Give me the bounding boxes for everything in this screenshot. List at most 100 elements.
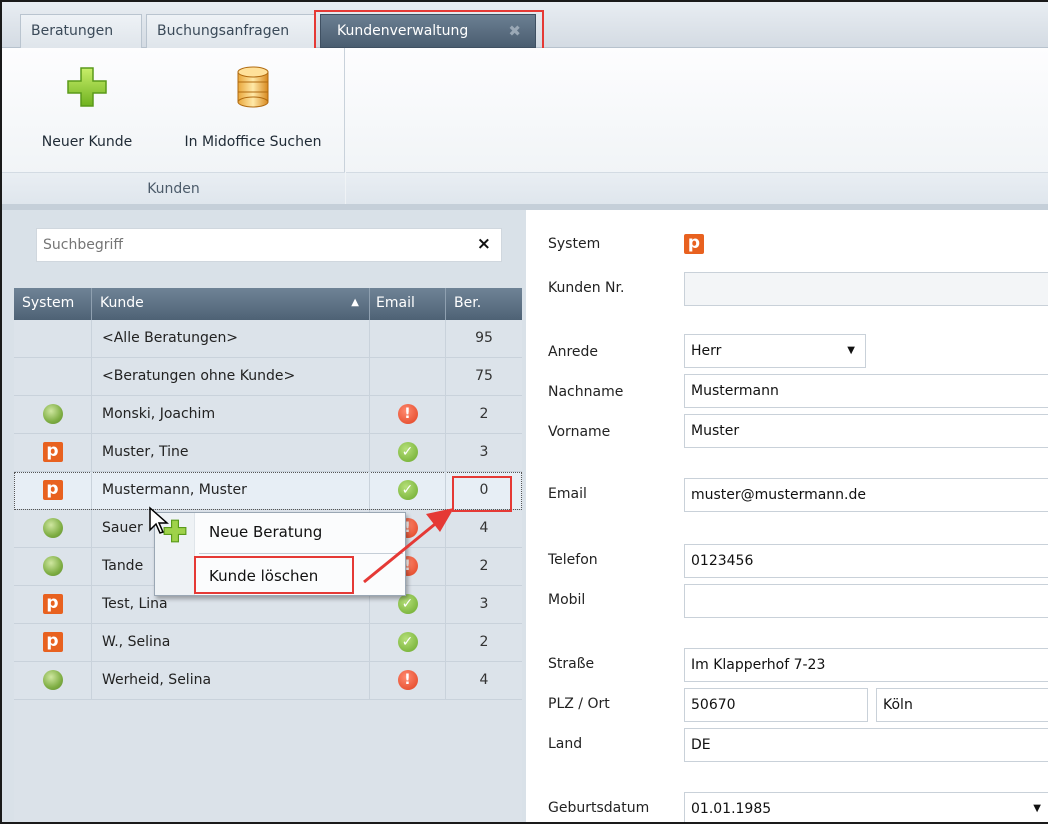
menu-separator — [199, 553, 403, 554]
table-row[interactable]: p Mustermann, Muster ✓ 0 — [14, 472, 522, 510]
cell-ber: 4 — [479, 672, 489, 688]
telefon-label: Telefon — [548, 552, 598, 568]
clear-search-icon[interactable]: × — [477, 234, 491, 254]
table-row[interactable]: Monski, Joachim! 2 — [14, 396, 522, 434]
cell-email: ! — [370, 396, 446, 433]
cell-system: p — [14, 472, 92, 509]
nachname-label: Nachname — [548, 384, 624, 400]
strasse-field[interactable]: Im Klapperhof 7-23 — [684, 648, 1048, 682]
tab-buchungsanfragen[interactable]: Buchungsanfragen — [146, 14, 316, 48]
tab-kundenverwaltung[interactable]: Kundenverwaltung ✖ — [320, 14, 536, 48]
geburtsdatum-label: Geburtsdatum — [548, 800, 650, 816]
table-row[interactable]: <Beratungen ohne Kunde> 75 — [14, 358, 522, 396]
ribbon: Neuer Kunde In Midoffice Suchen Kunden — [2, 48, 1048, 204]
menu-item-kunde-loeschen[interactable]: Kunde löschen — [155, 557, 405, 595]
column-header-label: Kunde — [100, 295, 144, 311]
menu-item-neue-beratung[interactable]: Neue Beratung — [155, 513, 405, 551]
warning-icon: ! — [397, 404, 418, 424]
menu-item-label: Kunde löschen — [209, 567, 319, 585]
cell-email: ! — [370, 662, 446, 699]
land-field[interactable]: DE — [684, 728, 1048, 762]
nachname-field[interactable]: Mustermann — [684, 374, 1048, 408]
cell-email: ✓ — [370, 434, 446, 471]
cell-system — [14, 510, 92, 547]
system-p-icon: p — [42, 594, 63, 614]
grid-rows: <Alle Beratungen> 95 <Beratungen ohne Kund… — [14, 320, 522, 700]
cell-kunde: W., Selina — [92, 624, 370, 661]
button-label: In Midoffice Suchen — [184, 134, 322, 150]
ribbon-group-label: Kunden — [2, 172, 345, 204]
vorname-label: Vorname — [548, 424, 611, 440]
plus-icon — [67, 67, 107, 107]
column-header-kunde[interactable]: Kunde ▲ — [92, 288, 370, 320]
new-customer-button[interactable]: Neuer Kunde — [24, 66, 150, 150]
email-field[interactable]: muster@mustermann.de — [684, 478, 1048, 512]
geburtsdatum-field[interactable]: 01.01.1985 ▼ — [684, 792, 1048, 822]
column-header-ber[interactable]: Ber. — [446, 288, 522, 320]
system-label: System — [548, 236, 601, 252]
menu-item-label: Neue Beratung — [209, 523, 323, 541]
app-window: Beratungen Buchungsanfragen Kundenverwal… — [0, 0, 1048, 824]
midoffice-search-button[interactable]: In Midoffice Suchen — [166, 66, 340, 150]
plz-field[interactable]: 50670 — [684, 688, 868, 722]
table-row[interactable]: <Alle Beratungen> 95 — [14, 320, 522, 358]
globe-icon — [42, 518, 63, 538]
tab-strip: Beratungen Buchungsanfragen Kundenverwal… — [2, 2, 1048, 52]
cell-ber: 75 — [475, 368, 493, 384]
dropdown-arrow-icon: ▼ — [1033, 803, 1041, 814]
table-row[interactable]: p Muster, Tine ✓ 3 — [14, 434, 522, 472]
cell-email: ✓ — [370, 624, 446, 661]
tab-label: Kundenverwaltung — [337, 23, 469, 39]
column-header-system[interactable]: System — [14, 288, 92, 320]
cell-email — [370, 358, 446, 395]
cell-system: p — [14, 586, 92, 623]
customer-detail-form: System p Kunden Nr. Anrede Herr ▼ Nachna… — [526, 210, 1048, 822]
ribbon-group-kunden: Neuer Kunde In Midoffice Suchen Kunden — [2, 48, 345, 204]
tab-label: Beratungen — [31, 23, 114, 39]
anrede-label: Anrede — [548, 344, 599, 360]
globe-icon — [42, 670, 63, 690]
cell-system — [14, 358, 92, 395]
tab-beratungen[interactable]: Beratungen — [20, 14, 142, 48]
table-row[interactable]: p W., Selina ✓ 2 — [14, 624, 522, 662]
kunden-nr-field[interactable] — [684, 272, 1048, 306]
cell-system: p — [14, 434, 92, 471]
table-row[interactable]: Werheid, Selina! 4 — [14, 662, 522, 700]
cell-kunde: <Beratungen ohne Kunde> — [92, 358, 370, 395]
search-input[interactable] — [37, 229, 467, 261]
cell-system — [14, 662, 92, 699]
cell-kunde: Mustermann, Muster — [92, 472, 370, 509]
cell-system — [14, 548, 92, 585]
plz-ort-label: PLZ / Ort — [548, 696, 610, 712]
cell-ber: 2 — [479, 558, 489, 574]
vorname-field[interactable]: Muster — [684, 414, 1048, 448]
telefon-field[interactable]: 0123456 — [684, 544, 1048, 578]
context-menu: Neue Beratung Kunde löschen — [154, 512, 406, 596]
close-icon[interactable]: ✖ — [508, 15, 521, 47]
kunden-nr-label: Kunden Nr. — [548, 280, 625, 296]
check-icon: ✓ — [397, 632, 418, 652]
column-header-email[interactable]: Email — [370, 288, 446, 320]
database-icon — [237, 66, 269, 108]
anrede-select[interactable]: Herr ▼ — [684, 334, 866, 368]
cell-kunde: Muster, Tine — [92, 434, 370, 471]
system-p-icon: p — [42, 480, 63, 500]
cell-email — [370, 320, 446, 357]
dropdown-arrow-icon: ▼ — [847, 345, 855, 356]
warning-icon: ! — [397, 670, 418, 690]
globe-icon — [42, 556, 63, 576]
ort-field[interactable]: Köln — [876, 688, 1048, 722]
grid-header: System Kunde ▲ Email Ber. — [14, 288, 522, 320]
button-label: Neuer Kunde — [41, 134, 133, 150]
tab-label: Buchungsanfragen — [157, 23, 290, 39]
strasse-label: Straße — [548, 656, 595, 672]
globe-icon — [42, 404, 63, 424]
cell-ber: 0 — [479, 482, 489, 498]
cell-kunde: Werheid, Selina — [92, 662, 370, 699]
cell-ber: 3 — [479, 596, 489, 612]
mobil-label: Mobil — [548, 592, 586, 608]
mobil-field[interactable] — [684, 584, 1048, 618]
cell-ber: 2 — [479, 406, 489, 422]
cell-ber: 95 — [475, 330, 493, 346]
cell-system — [14, 320, 92, 357]
